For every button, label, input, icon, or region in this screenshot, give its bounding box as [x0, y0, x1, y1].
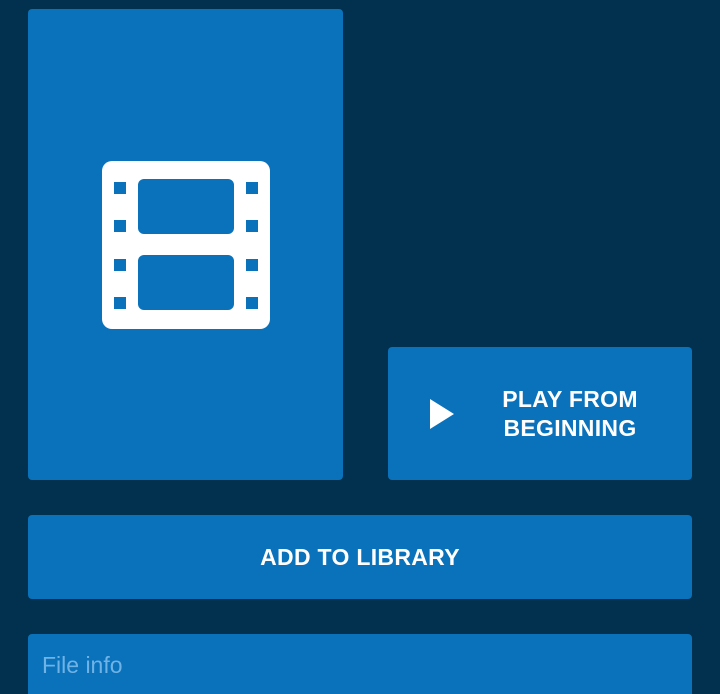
play-icon	[430, 399, 454, 434]
play-from-beginning-label: PLAY FROM BEGINNING	[502, 386, 638, 441]
play-from-beginning-button[interactable]: PLAY FROM BEGINNING	[388, 347, 692, 480]
add-to-library-button[interactable]: ADD TO LIBRARY	[28, 515, 692, 599]
file-info-title: File info	[42, 652, 123, 678]
file-info-panel: File info	[28, 634, 692, 694]
film-strip-icon	[101, 160, 270, 329]
add-to-library-label: ADD TO LIBRARY	[260, 543, 460, 570]
media-poster	[28, 9, 343, 480]
